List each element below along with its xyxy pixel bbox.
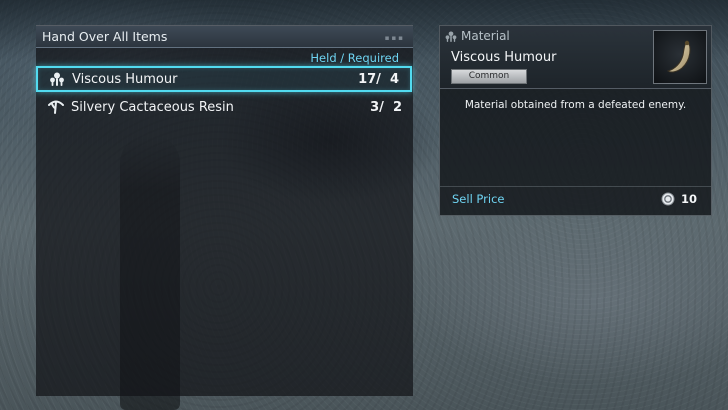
item-name: Viscous Humour [72,71,178,87]
game-scene: Hand Over All Items ▪▪▪ Held / Required … [0,0,728,410]
held-required-header: Held / Required [310,51,399,65]
item-detail-panel: Material Viscous Humour Common Material [439,25,712,216]
list-item-viscous-humour[interactable]: Viscous Humour 17/ 4 [36,66,412,92]
detail-item-name: Viscous Humour [451,50,557,65]
fang-icon [666,40,691,73]
panel-title: Hand Over All Items [42,29,168,44]
item-thumbnail [653,30,707,84]
header-decoration: ▪▪▪ [384,34,405,42]
held-required-count: 3/ 2 [370,99,402,115]
list-item-silvery-cactaceous-resin[interactable]: Silvery Cactaceous Resin 3/ 2 [36,95,413,119]
category-label: Material [444,29,510,43]
material-cluster-icon [47,71,67,87]
sell-price-value: 10 [680,192,697,206]
coin-icon [661,192,675,206]
sell-price-row: Sell Price 10 [440,186,711,211]
panel-header: Hand Over All Items ▪▪▪ [36,26,413,48]
material-leaf-icon [46,99,66,115]
item-name: Silvery Cactaceous Resin [71,99,234,115]
hand-over-items-panel: Hand Over All Items ▪▪▪ Held / Required … [36,25,413,396]
rarity-badge: Common [451,69,527,84]
sell-price-label: Sell Price [452,192,505,206]
item-detail-header: Material Viscous Humour Common [440,26,711,89]
item-description: Material obtained from a defeated enemy. [464,99,687,111]
material-cluster-icon [444,30,458,43]
held-required-count: 17/ 4 [358,71,399,87]
category-text: Material [461,29,510,43]
